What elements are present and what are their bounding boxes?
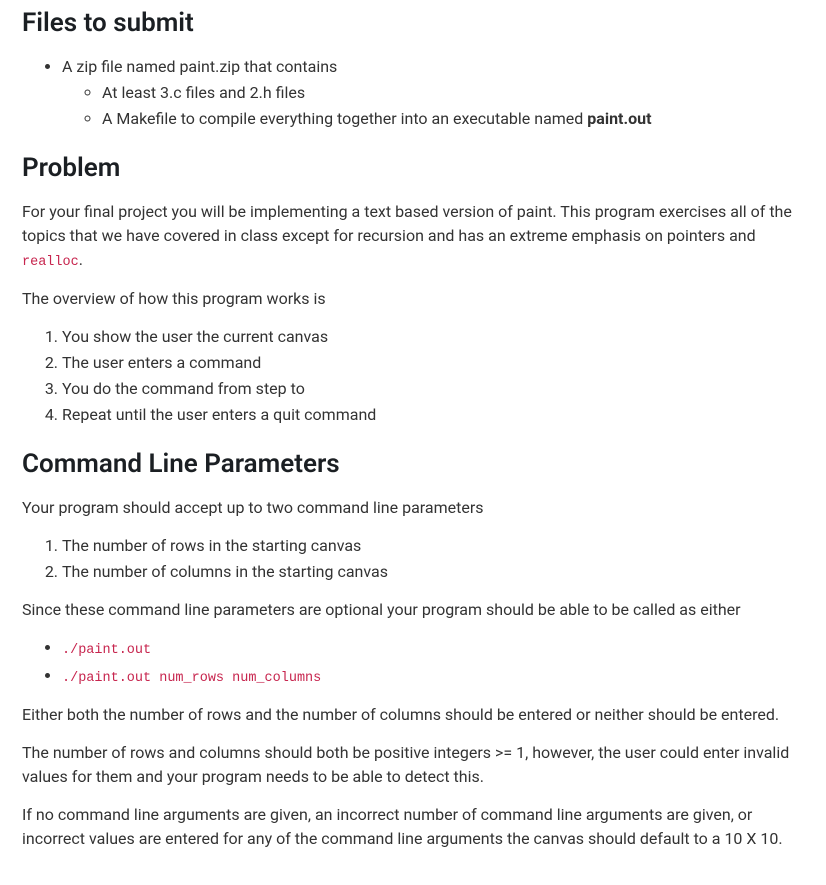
problem-intro-post: . <box>79 250 83 269</box>
cli-optional: Since these command line parameters are … <box>22 598 804 622</box>
realloc-code: realloc <box>22 255 79 270</box>
cli-default: If no command line arguments are given, … <box>22 803 804 851</box>
problem-steps: You show the user the current canvas The… <box>22 325 804 427</box>
call-withargs-code: ./paint.out num_rows num_columns <box>62 671 321 686</box>
files-list: A zip file named paint.zip that contains… <box>22 55 804 131</box>
cli-positive-ints: The number of rows and columns should bo… <box>22 741 804 789</box>
param-rows: The number of rows in the starting canva… <box>62 534 804 558</box>
step-repeat: Repeat until the user enters a quit comm… <box>62 403 804 427</box>
files-sublist: At least 3.c files and 2.h files A Makef… <box>62 81 804 131</box>
paint-out-bold: paint.out <box>587 109 651 128</box>
cli-heading: Command Line Parameters <box>22 445 804 484</box>
call-noargs: ./paint.out <box>62 636 804 661</box>
call-noargs-code: ./paint.out <box>62 643 151 658</box>
step-enter-command: The user enters a command <box>62 351 804 375</box>
cli-both-or-neither: Either both the number of rows and the n… <box>22 703 804 727</box>
problem-intro: For your final project you will be imple… <box>22 200 804 273</box>
files-sub-cfiles: At least 3.c files and 2.h files <box>102 81 804 105</box>
problem-intro-pre: For your final project you will be imple… <box>22 202 792 245</box>
problem-overview: The overview of how this program works i… <box>22 287 804 311</box>
makefile-text: A Makefile to compile everything togethe… <box>102 109 587 128</box>
files-heading: Files to submit <box>22 4 804 43</box>
cli-calls-list: ./paint.out ./paint.out num_rows num_col… <box>22 636 804 689</box>
step-do-command: You do the command from step to <box>62 377 804 401</box>
files-item-zip: A zip file named paint.zip that contains… <box>62 55 804 131</box>
files-item-zip-text: A zip file named paint.zip that contains <box>62 57 337 76</box>
cli-params-list: The number of rows in the starting canva… <box>22 534 804 584</box>
call-withargs: ./paint.out num_rows num_columns <box>62 664 804 689</box>
files-sub-makefile: A Makefile to compile everything togethe… <box>102 107 804 131</box>
step-show-canvas: You show the user the current canvas <box>62 325 804 349</box>
param-cols: The number of columns in the starting ca… <box>62 560 804 584</box>
cli-intro: Your program should accept up to two com… <box>22 496 804 520</box>
problem-heading: Problem <box>22 149 804 188</box>
